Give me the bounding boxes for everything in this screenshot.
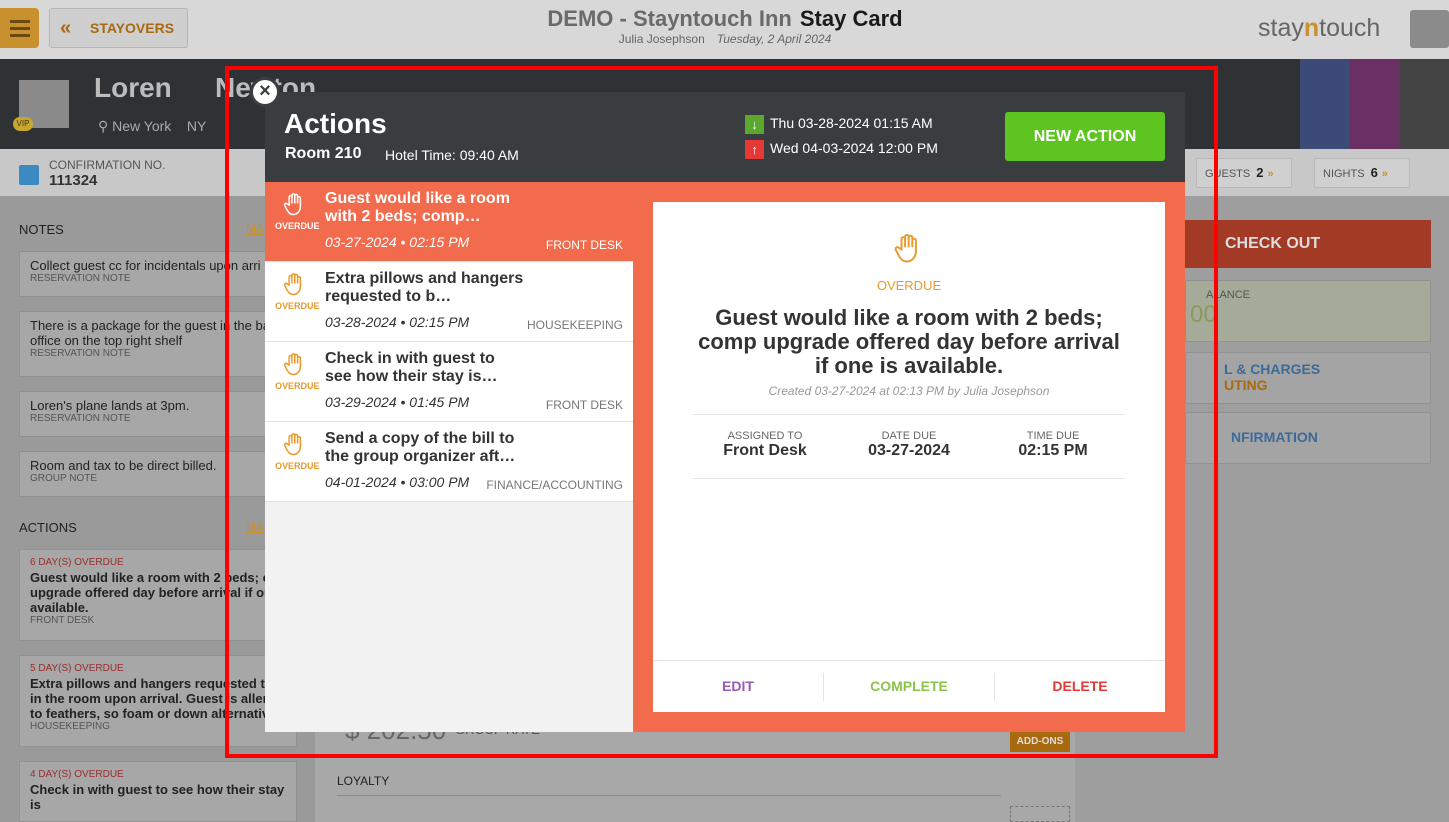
chevron-down-icon: »	[1267, 168, 1274, 180]
rings-icon[interactable]	[1400, 59, 1449, 149]
divider	[337, 795, 1001, 796]
action-item[interactable]: 4 DAY(S) OVERDUE Check in with guest to s…	[19, 761, 297, 822]
check-out-button[interactable]: CHECK OUT	[1185, 220, 1431, 268]
loyalty-add[interactable]	[1010, 806, 1070, 822]
nights-selector[interactable]: NIGHTS 6»	[1314, 158, 1410, 188]
confirmation-panel[interactable]: NFIRMATION	[1185, 412, 1431, 464]
stayntouch-logo: stayntouch	[1258, 14, 1381, 42]
building-icon[interactable]	[1300, 59, 1350, 149]
globe-icon[interactable]	[1350, 59, 1400, 149]
confirmation-label: CONFIRMATION NO.	[49, 158, 166, 172]
bill-charges-panel[interactable]: L & CHARGES UTING	[1185, 352, 1431, 404]
stay-card-title: Stay Card	[799, 6, 903, 31]
loyalty-heading: LOYALTY	[337, 774, 390, 788]
back-label: STAYOVERS	[90, 20, 175, 36]
page-title: DEMO - Stayntouch Inn Stay Card Julia Jos…	[440, 6, 1010, 46]
actions-heading: ACTIONS	[19, 520, 77, 535]
guest-location: ⚲ New York NY	[98, 118, 207, 134]
menu-button[interactable]	[0, 8, 39, 48]
guest-first-name: Loren	[94, 72, 172, 103]
balance-panel: ALANCE 00	[1185, 280, 1431, 342]
hotel-name: DEMO - Stayntouch Inn	[547, 6, 792, 31]
vip-badge: VIP	[13, 117, 33, 131]
user-name: Julia Josephson	[618, 32, 705, 46]
highlight-box	[225, 66, 1218, 758]
activity-button[interactable]	[1410, 10, 1449, 48]
confirmation-number: 111324	[49, 172, 98, 189]
notes-heading: NOTES	[19, 222, 64, 237]
back-button[interactable]: « STAYOVERS	[49, 8, 188, 48]
chevron-right-icon: »	[1381, 168, 1388, 180]
business-date: Tuesday, 2 April 2024	[716, 32, 832, 46]
confirmation-icon	[19, 165, 39, 185]
location-pin-icon: ⚲	[98, 118, 109, 134]
double-chevron-left-icon: «	[60, 17, 72, 39]
